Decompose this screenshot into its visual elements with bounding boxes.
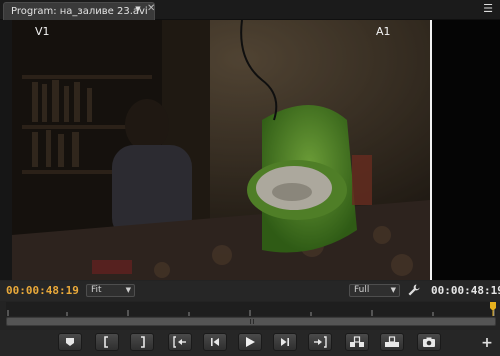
chevron-down-icon: ▼	[390, 286, 396, 294]
video-frame	[12, 20, 430, 280]
overwrite-icon	[385, 336, 399, 347]
tab-menu-chevron-down-icon[interactable]: ▼	[133, 4, 143, 14]
button-editor-plus-icon[interactable]: +	[480, 336, 494, 350]
ruler-ticks	[7, 310, 495, 316]
panel-tab-bar: Program: на_заливе 23.avi ▼ ✕ ☰	[0, 0, 500, 20]
marker-icon	[66, 338, 74, 346]
step-back-button[interactable]	[203, 333, 227, 351]
camera-icon	[423, 337, 435, 347]
tab-close-icon[interactable]: ✕	[147, 3, 155, 15]
go-to-out-button[interactable]	[308, 333, 332, 351]
panel-menu-icon[interactable]: ☰	[481, 3, 495, 15]
zoom-scroll-bar[interactable]	[6, 317, 496, 326]
time-ruler[interactable]	[6, 302, 496, 316]
zoom-level-value: Fit	[91, 285, 102, 295]
mark-out-button[interactable]	[130, 333, 154, 351]
tab-program-label: Program: на_заливе 23.avi	[11, 6, 148, 17]
current-timecode[interactable]: 00:00:48:19	[6, 284, 79, 297]
chevron-down-icon: ▼	[125, 286, 131, 294]
program-monitor: V1 A1	[0, 20, 500, 280]
playhead-marker[interactable]	[490, 302, 496, 316]
duration-timecode: 00:00:48:19	[431, 284, 500, 297]
zoom-level-select[interactable]: Fit ▼	[86, 284, 135, 297]
playback-resolution-select[interactable]: Full ▼	[349, 284, 400, 297]
play-icon	[246, 337, 255, 347]
mark-out-icon	[141, 336, 145, 348]
playback-resolution-value: Full	[354, 285, 370, 295]
overwrite-button[interactable]	[380, 333, 404, 351]
insert-icon	[350, 336, 364, 347]
play-button[interactable]	[238, 333, 262, 351]
insert-button[interactable]	[345, 333, 369, 351]
add-marker-button[interactable]	[58, 333, 82, 351]
mark-in-button[interactable]	[95, 333, 119, 351]
audio-track-label: A1	[376, 25, 391, 38]
step-forward-button[interactable]	[273, 333, 297, 351]
go-to-in-icon	[173, 336, 186, 348]
step-forward-icon	[281, 338, 289, 346]
go-to-out-icon	[314, 336, 327, 348]
settings-wrench-icon[interactable]	[407, 283, 421, 297]
export-frame-button[interactable]	[417, 333, 441, 351]
video-track-label: V1	[35, 25, 50, 38]
transport-controls: +	[0, 330, 500, 356]
go-to-in-button[interactable]	[168, 333, 192, 351]
letterbox-bar	[430, 20, 500, 280]
monitor-controls-row: 00:00:48:19 Fit ▼ Full ▼ 00:00:48:19	[0, 281, 500, 301]
video-frame-image	[12, 20, 430, 280]
mark-in-icon	[104, 336, 108, 348]
zoom-bar-grip-icon	[250, 319, 254, 324]
step-back-icon	[211, 338, 219, 346]
